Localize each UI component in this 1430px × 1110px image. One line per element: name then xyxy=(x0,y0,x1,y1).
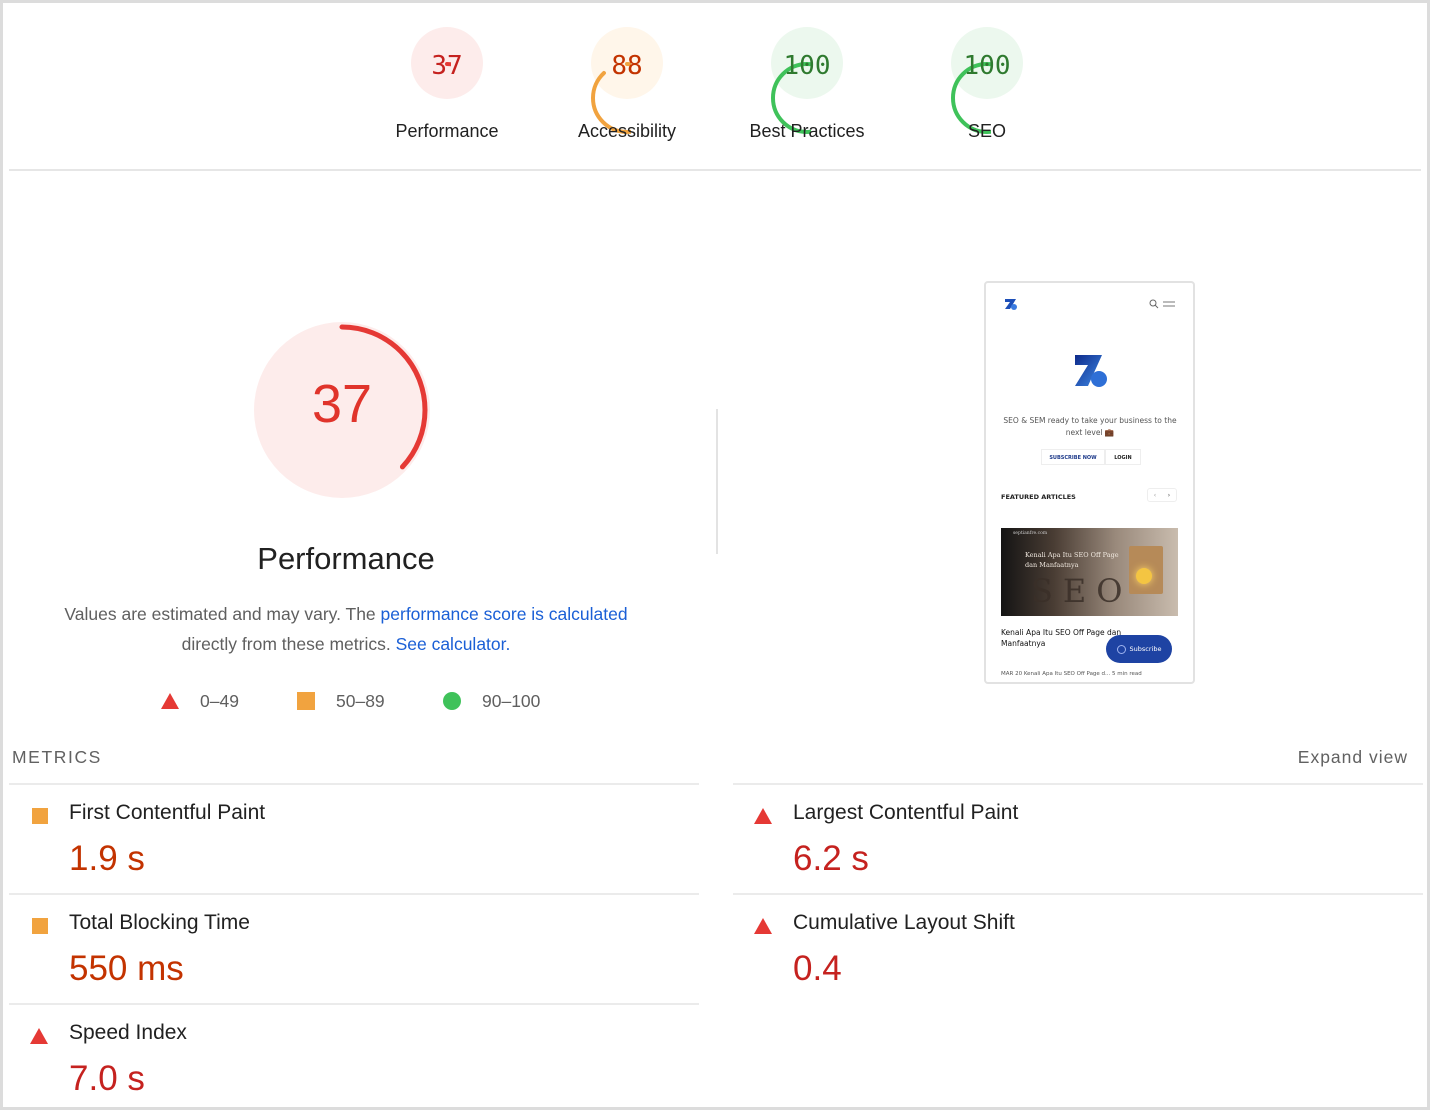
metric-cumulative-layout-shift: Cumulative Layout Shift 0.4 xyxy=(733,895,1413,1003)
gauge-score: 100 xyxy=(783,51,831,81)
gauge-label: Accessibility xyxy=(577,121,677,141)
user-icon xyxy=(1116,644,1126,654)
triangle-icon xyxy=(30,1028,48,1044)
metric-value: 1.9 s xyxy=(69,839,145,878)
metric-name: Speed Index xyxy=(69,1021,187,1044)
metric-name: Largest Contentful Paint xyxy=(793,801,1019,824)
thumb-tagline: SEO & SEM ready to take your business to… xyxy=(1003,416,1177,437)
metric-speed-index: Speed Index 7.0 s xyxy=(9,1005,689,1110)
final-screenshot-thumbnail[interactable]: SEO & SEM ready to take your business to… xyxy=(984,281,1195,684)
thumb-article-footer: MAR 20 Kenali Apa Itu SEO Off Page d... … xyxy=(1001,671,1142,677)
triangle-icon xyxy=(754,918,772,934)
performance-score: 37 xyxy=(311,374,373,434)
desc-text: directly from these metrics. xyxy=(181,634,396,654)
thumb-login-button: LOGIN xyxy=(1105,449,1141,465)
header-divider xyxy=(9,169,1421,171)
triangle-icon xyxy=(753,917,773,940)
thumb-subscribe-now-button: SUBSCRIBE NOW xyxy=(1041,449,1105,465)
vertical-divider xyxy=(716,409,718,554)
thumb-subscribe-button: Subscribe xyxy=(1106,635,1172,663)
square-icon xyxy=(29,807,49,830)
chevron-left-icon: ‹ xyxy=(1153,491,1157,499)
legend-item-average: 50–89 xyxy=(296,689,385,713)
triangle-icon xyxy=(753,807,773,830)
triangle-icon xyxy=(754,808,772,824)
site-logo-icon xyxy=(1075,355,1107,387)
performance-title: Performance xyxy=(257,541,435,576)
gauge-score: 100 xyxy=(963,51,1011,81)
square-icon xyxy=(32,808,48,824)
thumb-image-source: septianfre.com xyxy=(1013,531,1048,536)
metric-value: 6.2 s xyxy=(793,839,869,878)
metric-largest-contentful-paint: Largest Contentful Paint 6.2 s xyxy=(733,785,1413,893)
gauge-label: Performance xyxy=(395,121,499,141)
menu-icon xyxy=(1163,301,1175,307)
legend-item-fail: 0–49 xyxy=(160,689,239,713)
thumb-image-caption: Kenali Apa Itu SEO Off Page dan Manfaatn… xyxy=(1025,551,1119,569)
thumb-image-word: SEO xyxy=(1031,572,1133,610)
lightbulb-icon xyxy=(1136,568,1152,584)
metric-name: Total Blocking Time xyxy=(69,911,250,934)
score-calculated-link[interactable]: performance score is calculated xyxy=(381,604,628,624)
see-calculator-link[interactable]: See calculator. xyxy=(396,634,511,654)
gauge-seo[interactable]: 100 SEO xyxy=(932,27,1042,147)
chevron-right-icon: › xyxy=(1167,491,1171,499)
square-icon xyxy=(32,918,48,934)
thumb-featured-heading: FEATURED ARTICLES xyxy=(1001,493,1076,501)
desc-text: Values are estimated and may vary. The xyxy=(64,604,381,624)
triangle-icon xyxy=(161,693,179,709)
metric-name: First Contentful Paint xyxy=(69,801,266,824)
triangle-icon xyxy=(29,1027,49,1050)
gauge-performance[interactable]: 37 Performance xyxy=(392,27,502,147)
site-logo-small-icon xyxy=(1005,299,1017,310)
square-icon xyxy=(297,692,315,710)
metric-first-contentful-paint: First Contentful Paint 1.9 s xyxy=(9,785,689,893)
performance-description: Values are estimated and may vary. The p… xyxy=(43,599,649,659)
search-icon xyxy=(1149,299,1159,309)
legend-label: 90–100 xyxy=(482,690,541,711)
gauge-score: 88 xyxy=(611,51,643,81)
gauge-accessibility[interactable]: 88 Accessibility xyxy=(572,27,682,147)
legend-item-pass: 90–100 xyxy=(442,689,540,713)
metric-value: 7.0 s xyxy=(69,1059,145,1098)
metric-value: 0.4 xyxy=(793,949,842,988)
legend-label: 50–89 xyxy=(336,690,385,711)
thumb-article-image: septianfre.com SEO Kenali Apa Itu SEO Of… xyxy=(1001,528,1178,616)
performance-gauge: 37 xyxy=(253,321,439,507)
circle-icon xyxy=(443,692,461,710)
gauge-score: 37 xyxy=(431,51,463,81)
thumb-subscribe-label: Subscribe xyxy=(1129,645,1162,653)
metric-total-blocking-time: Total Blocking Time 550 ms xyxy=(9,895,689,1003)
thumb-carousel-arrows: ‹ › xyxy=(1147,488,1177,502)
legend-label: 0–49 xyxy=(200,690,239,711)
gauge-label: SEO xyxy=(967,121,1006,141)
gauge-label: Best Practices xyxy=(749,121,865,141)
square-icon xyxy=(29,917,49,940)
expand-view-toggle[interactable]: Expand view xyxy=(1298,747,1408,768)
metric-name: Cumulative Layout Shift xyxy=(793,911,1015,934)
metrics-heading: METRICS xyxy=(12,747,102,767)
metric-value: 550 ms xyxy=(69,949,184,988)
gauge-best-practices[interactable]: 100 Best Practices xyxy=(749,27,865,147)
